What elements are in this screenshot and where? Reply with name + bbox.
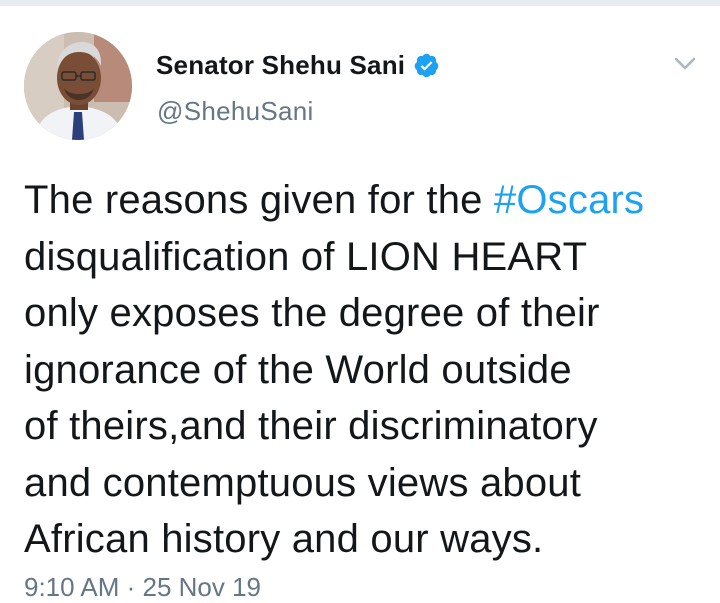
tweet-text-line: of theirs,and their discriminatory [24, 404, 598, 448]
tweet-text: The reasons given for the #Oscars disqua… [24, 172, 714, 568]
tweet-text-line: African history and our ways. [24, 517, 544, 561]
tweet-text-line: and contemptuous views about [24, 460, 582, 505]
tweet-timestamp[interactable]: 9:10 AM · 25 Nov 19 [24, 572, 261, 603]
tweet-text-line: The reasons given for the #Oscars [24, 172, 714, 229]
tweet-text-line: disqualification of LION HEART [24, 234, 588, 279]
verified-badge-icon [414, 53, 439, 78]
display-name[interactable]: Senator Shehu Sani [156, 50, 405, 81]
avatar-image [24, 32, 132, 140]
author-name-row[interactable]: Senator Shehu Sani [156, 50, 440, 81]
hashtag-link[interactable]: #Oscars [494, 178, 644, 222]
tweet-text-segment: The reasons given for the [24, 178, 494, 222]
username-handle[interactable]: @ShehuSani [157, 96, 314, 127]
chevron-down-icon[interactable] [674, 56, 696, 72]
tweet-card[interactable]: Senator Shehu Sani @ShehuSani The reason… [0, 6, 720, 602]
tweet-text-line: ignorance of the World outside [24, 347, 572, 392]
avatar[interactable] [24, 32, 132, 140]
tweet-text-line: only exposes the degree of their [24, 291, 600, 335]
